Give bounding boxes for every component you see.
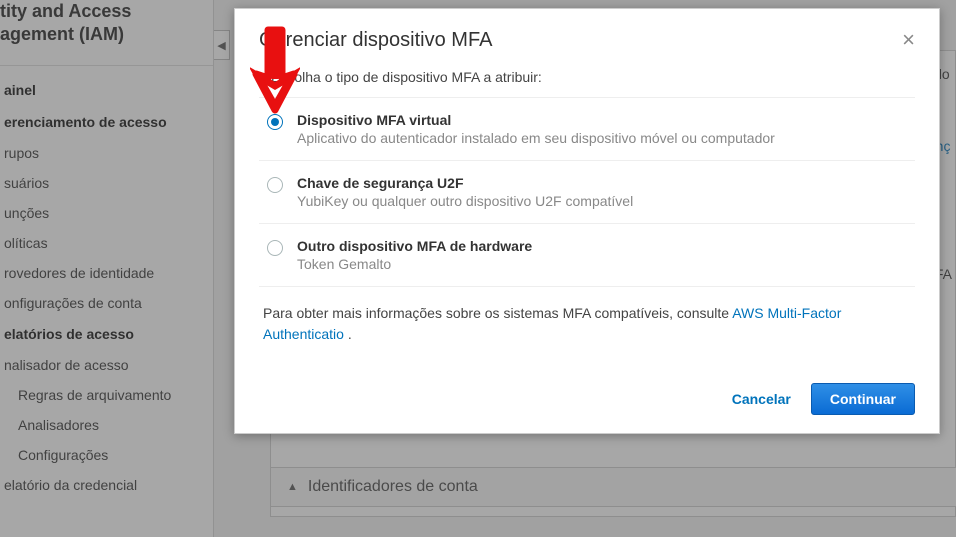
sidebar-item-dashboard[interactable]: ainel bbox=[0, 74, 213, 106]
sidebar-item-settings[interactable]: Configurações bbox=[0, 440, 213, 470]
sidebar: tity and Access agement (IAM) ainel eren… bbox=[0, 0, 214, 537]
sidebar-item-access-analyzer[interactable]: nalisador de acesso bbox=[0, 350, 213, 380]
sidebar-item-account-settings[interactable]: onfigurações de conta bbox=[0, 288, 213, 318]
option-label: Dispositivo MFA virtual bbox=[297, 112, 775, 128]
radio-icon[interactable] bbox=[267, 177, 283, 193]
sidebar-item-groups[interactable]: rupos bbox=[0, 138, 213, 168]
modal-title: Gerenciar dispositivo MFA bbox=[259, 29, 492, 52]
option-desc: Token Gemalto bbox=[297, 256, 532, 272]
sidebar-item-credential-report[interactable]: elatório da credencial bbox=[0, 470, 213, 500]
sidebar-item-policies[interactable]: olíticas bbox=[0, 228, 213, 258]
sidebar-section-access-reports: elatórios de acesso bbox=[0, 318, 213, 350]
continue-button[interactable]: Continuar bbox=[811, 383, 915, 415]
mfa-option-hardware[interactable]: Outro dispositivo MFA de hardware Token … bbox=[259, 224, 915, 287]
option-label: Chave de segurança U2F bbox=[297, 175, 633, 191]
sidebar-item-users[interactable]: suários bbox=[0, 168, 213, 198]
more-info-text: Para obter mais informações sobre os sis… bbox=[259, 287, 915, 349]
service-title: tity and Access agement (IAM) bbox=[0, 0, 213, 57]
option-desc: YubiKey ou qualquer outro dispositivo U2… bbox=[297, 193, 633, 209]
sidebar-item-identity-providers[interactable]: rovedores de identidade bbox=[0, 258, 213, 288]
sidebar-item-analyzers[interactable]: Analisadores bbox=[0, 410, 213, 440]
caret-up-icon: ▲ bbox=[287, 481, 298, 493]
mfa-option-virtual[interactable]: Dispositivo MFA virtual Aplicativo do au… bbox=[259, 98, 915, 161]
radio-icon[interactable] bbox=[267, 240, 283, 256]
sidebar-item-archive-rules[interactable]: Regras de arquivamento bbox=[0, 380, 213, 410]
sidebar-collapse-toggle[interactable]: ◀ bbox=[214, 30, 230, 60]
account-identifiers-accordion[interactable]: ▲ Identificadores de conta bbox=[270, 467, 956, 507]
cancel-button[interactable]: Cancelar bbox=[732, 391, 791, 407]
mfa-option-list: Dispositivo MFA virtual Aplicativo do au… bbox=[259, 97, 915, 287]
modal-subtitle: Escolha o tipo de dispositivo MFA a atri… bbox=[259, 69, 915, 85]
option-desc: Aplicativo do autenticador instalado em … bbox=[297, 130, 775, 146]
sidebar-section-access-mgmt: erenciamento de acesso bbox=[0, 106, 213, 138]
account-identifiers-label: Identificadores de conta bbox=[308, 478, 478, 496]
sidebar-item-roles[interactable]: unções bbox=[0, 198, 213, 228]
close-icon[interactable]: × bbox=[902, 27, 915, 53]
mfa-option-u2f[interactable]: Chave de segurança U2F YubiKey ou qualqu… bbox=[259, 161, 915, 224]
radio-selected-icon[interactable] bbox=[267, 114, 283, 130]
option-label: Outro dispositivo MFA de hardware bbox=[297, 238, 532, 254]
mfa-device-modal: Gerenciar dispositivo MFA × Escolha o ti… bbox=[234, 8, 940, 434]
